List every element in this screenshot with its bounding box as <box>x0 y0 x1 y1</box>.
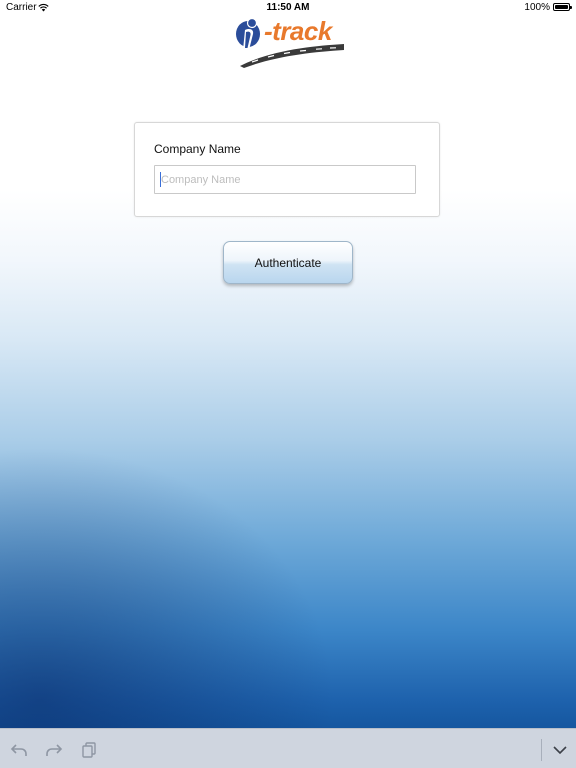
company-name-input[interactable] <box>154 165 416 194</box>
status-time: 11:50 AM <box>266 2 310 13</box>
authenticate-button[interactable]: Authenticate <box>223 241 353 284</box>
undo-icon[interactable] <box>10 741 28 759</box>
battery-percent: 100% <box>524 2 550 13</box>
shortcut-bar-divider <box>541 739 542 761</box>
company-name-label: Company Name <box>154 142 241 156</box>
battery-icon <box>553 3 572 11</box>
logo-text: -track <box>264 16 332 46</box>
redo-icon[interactable] <box>45 741 63 759</box>
paste-icon[interactable] <box>80 741 98 759</box>
keyboard-shortcut-bar <box>0 728 576 768</box>
keyboard-dismiss-icon[interactable] <box>551 741 569 759</box>
app-logo: -track <box>232 14 348 70</box>
company-form-card: Company Name <box>134 122 440 217</box>
text-caret <box>160 172 161 187</box>
